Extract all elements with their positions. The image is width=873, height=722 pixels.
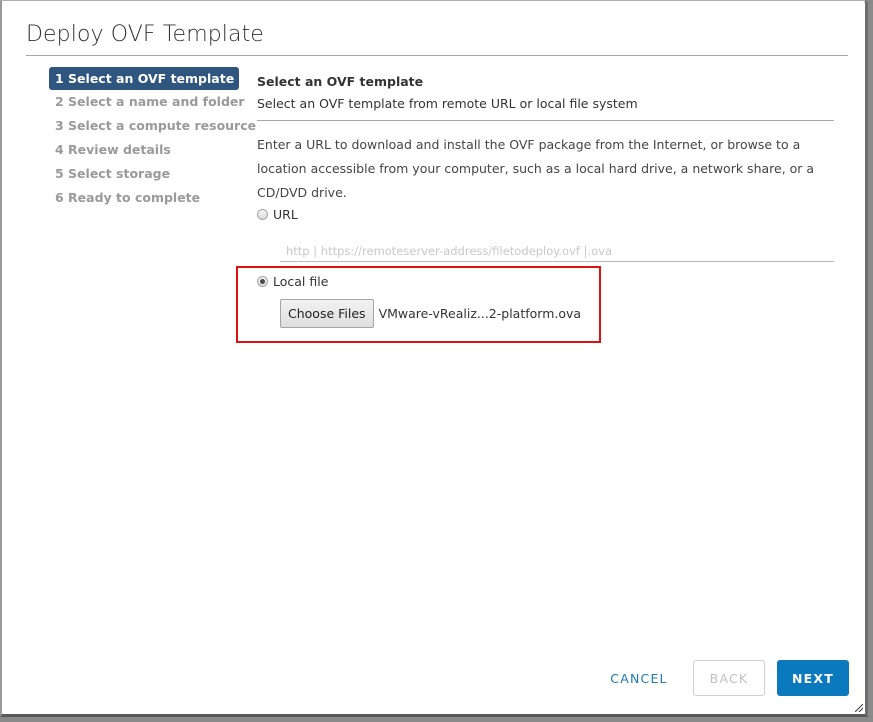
choose-files-button[interactable]: Choose Files <box>280 299 374 328</box>
local-file-radio[interactable] <box>257 276 268 287</box>
section-divider <box>257 120 834 121</box>
step-select-ovf-template[interactable]: 1 Select an OVF template <box>49 67 239 90</box>
step-content: Select an OVF template Select an OVF tem… <box>257 73 834 205</box>
deploy-ovf-dialog: Deploy OVF Template 1 Select an OVF temp… <box>0 0 868 717</box>
url-radio-label[interactable]: URL <box>273 207 298 222</box>
step-select-name-folder[interactable]: 2 Select a name and folder <box>49 90 245 114</box>
url-input[interactable] <box>280 240 834 262</box>
title-divider <box>26 55 848 56</box>
wizard-steps: 1 Select an OVF template 2 Select a name… <box>49 67 256 210</box>
step-select-compute-resource[interactable]: 3 Select a compute resource <box>49 114 256 138</box>
local-file-option[interactable]: Local file <box>257 274 328 289</box>
url-option[interactable]: URL <box>257 207 298 222</box>
step-review-details[interactable]: 4 Review details <box>49 138 239 162</box>
step-ready-to-complete[interactable]: 6 Ready to complete <box>49 186 239 210</box>
url-radio[interactable] <box>257 209 268 220</box>
dialog-title: Deploy OVF Template <box>26 22 264 47</box>
next-button[interactable]: NEXT <box>777 660 849 696</box>
cancel-button[interactable]: CANCEL <box>600 660 678 696</box>
local-file-radio-label[interactable]: Local file <box>273 274 328 289</box>
step-select-storage[interactable]: 5 Select storage <box>49 162 239 186</box>
description-text: Enter a URL to download and install the … <box>257 137 815 200</box>
section-subtitle: Select an OVF template from remote URL o… <box>257 96 638 111</box>
selected-file-name: VMware-vRealiz...2-platform.ova <box>378 306 582 321</box>
file-picker: Choose Files VMware-vRealiz...2-platform… <box>280 299 581 328</box>
section-title: Select an OVF template <box>257 74 424 89</box>
resize-grip-icon[interactable] <box>855 704 863 712</box>
back-button[interactable]: BACK <box>693 660 765 696</box>
